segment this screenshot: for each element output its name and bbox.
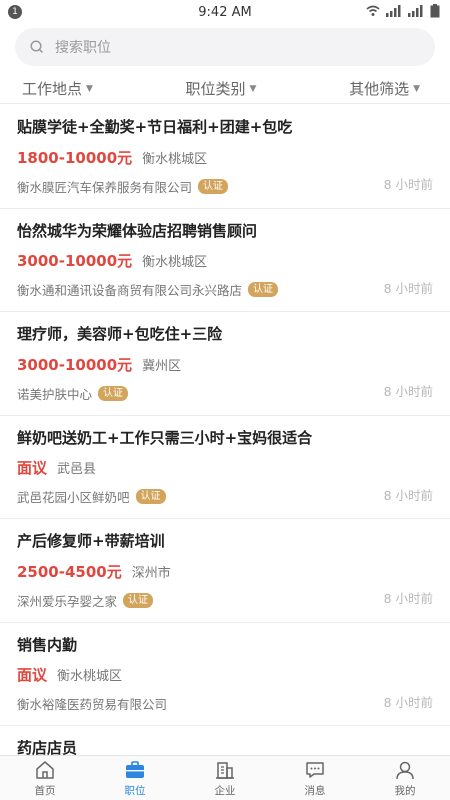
search-bar[interactable]: 搜索职位 xyxy=(15,28,435,66)
job-title: 贴膜学徒+全勤奖+节日福利+团建+包吃 xyxy=(17,118,293,136)
user-icon xyxy=(396,761,414,779)
job-area: 深州市 xyxy=(131,565,171,581)
notification-icon: 1 xyxy=(8,5,22,19)
filter-label: 其他筛选 xyxy=(349,80,410,98)
job-posted-time: 8 小时前 xyxy=(383,694,433,710)
tab-label: 我的 xyxy=(394,784,416,797)
job-salary: 1800-10000元 xyxy=(17,148,133,167)
job-company: 武邑花园小区鲜奶吧 xyxy=(17,490,130,505)
job-company: 深州爱乐孕婴之家 xyxy=(17,593,118,609)
tab-label: 首页 xyxy=(34,784,56,797)
tab-home[interactable]: 首页 xyxy=(0,756,90,800)
tab-jobs[interactable]: 职位 xyxy=(90,756,180,800)
job-company: 衡水通和通讯设备商贸有限公司永兴路店 xyxy=(17,283,243,298)
job-item[interactable]: 贴膜学徒+全勤奖+节日福利+团建+包吃 1800-10000元 衡水桃城区 衡水膜… xyxy=(0,105,450,209)
briefcase-icon xyxy=(126,760,144,778)
building-icon xyxy=(216,761,234,779)
job-title: 药店店员 xyxy=(17,739,78,755)
job-title: 怡然城华为荣耀体验店招聘销售顾问 xyxy=(17,221,258,240)
filter-category[interactable]: 职位类别 ▼ xyxy=(155,74,288,103)
job-area: 冀州区 xyxy=(142,358,182,374)
signal-icon xyxy=(386,5,401,17)
status-bar: 1 9:42 AM xyxy=(0,0,450,24)
job-area: 衡水桃城区 xyxy=(142,151,208,167)
job-item[interactable]: 销售内勤 面议 衡水桃城区 衡水裕隆医药贸易有限公司 8 小时前 xyxy=(0,623,450,726)
verified-badge: 认证 xyxy=(123,592,154,608)
job-area: 武邑县 xyxy=(57,462,97,477)
status-time: 9:42 AM xyxy=(198,4,252,20)
tab-messages[interactable]: 消息 xyxy=(270,756,360,800)
job-title: 鲜奶吧送奶工+工作只需三小时+宝妈很适合 xyxy=(17,428,313,447)
filter-location[interactable]: 工作地点 ▼ xyxy=(0,74,155,103)
job-list: 贴膜学徒+全勤奖+节日福利+团建+包吃 1800-10000元 衡水桃城区 衡水膜… xyxy=(0,105,450,755)
message-icon xyxy=(306,761,324,778)
tab-profile[interactable]: 我的 xyxy=(360,756,450,800)
verified-badge: 认证 xyxy=(248,282,279,297)
caret-down-icon: ▼ xyxy=(249,83,257,94)
tab-label: 职位 xyxy=(124,784,146,797)
tab-label: 企业 xyxy=(214,784,236,797)
job-company: 衡水膜匠汽车保养服务有限公司 xyxy=(17,179,193,195)
job-item[interactable]: 怡然城华为荣耀体验店招聘销售顾问 3000-10000元 衡水桃城区 衡水通和通讯… xyxy=(0,209,450,312)
job-posted-time: 8 小时前 xyxy=(383,280,433,296)
filter-bar: 工作地点 ▼ 职位类别 ▼ 其他筛选 ▼ xyxy=(0,74,450,104)
verified-badge: 认证 xyxy=(135,489,166,504)
job-salary: 2500-4500元 xyxy=(17,562,122,581)
job-posted-time: 8 小时前 xyxy=(383,487,433,503)
job-posted-time: 8 小时前 xyxy=(383,177,433,192)
status-icons xyxy=(366,4,440,18)
search-icon xyxy=(30,40,44,54)
job-posted-time: 8 小时前 xyxy=(383,384,433,399)
battery-icon xyxy=(430,4,440,18)
job-item[interactable]: 药店店员 xyxy=(0,726,450,755)
filter-label: 职位类别 xyxy=(185,80,246,98)
job-item[interactable]: 理疗师，美容师+包吃住+三险 3000-10000元 冀州区 诺美护肤中心 认证 8… xyxy=(0,312,450,416)
bottom-tab-bar: 首页 职位 企业 消息 我的 xyxy=(0,755,450,800)
filter-other[interactable]: 其他筛选 ▼ xyxy=(287,74,450,103)
wifi-icon xyxy=(366,5,380,16)
job-company: 诺美护肤中心 xyxy=(17,386,93,402)
job-title: 产后修复师+带薪培训 xyxy=(17,532,165,550)
job-company: 衡水裕隆医药贸易有限公司 xyxy=(17,697,168,712)
job-item[interactable]: 产后修复师+带薪培训 2500-4500元 深州市 深州爱乐孕婴之家 认证 8 小时… xyxy=(0,519,450,623)
home-icon xyxy=(36,760,54,779)
tab-label: 消息 xyxy=(304,784,326,797)
job-salary: 面议 xyxy=(17,666,48,684)
job-salary: 3000-10000元 xyxy=(17,252,133,270)
job-title: 理疗师，美容师+包吃住+三险 xyxy=(17,325,223,343)
verified-badge: 认证 xyxy=(98,385,129,401)
job-item[interactable]: 鲜奶吧送奶工+工作只需三小时+宝妈很适合 面议 武邑县 武邑花园小区鲜奶吧 认证 8… xyxy=(0,416,450,519)
job-title: 销售内勤 xyxy=(17,635,78,654)
tab-company[interactable]: 企业 xyxy=(180,756,270,800)
caret-down-icon: ▼ xyxy=(86,83,93,94)
job-salary: 3000-10000元 xyxy=(17,355,133,374)
job-area: 衡水桃城区 xyxy=(142,255,208,270)
search-input[interactable]: 搜索职位 xyxy=(55,37,111,57)
job-posted-time: 8 小时前 xyxy=(383,591,433,606)
signal-icon-2 xyxy=(408,5,423,17)
job-salary: 面议 xyxy=(17,459,48,477)
caret-down-icon: ▼ xyxy=(413,83,421,94)
filter-label: 工作地点 xyxy=(22,80,83,98)
verified-badge: 认证 xyxy=(198,178,229,194)
job-area: 衡水桃城区 xyxy=(57,669,123,684)
